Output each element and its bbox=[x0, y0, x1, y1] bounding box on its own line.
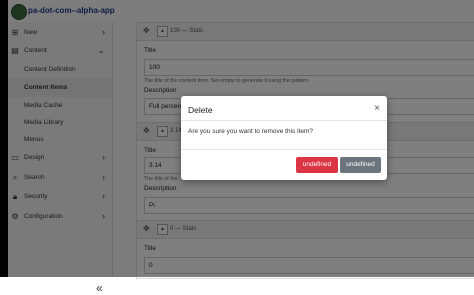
divider bbox=[181, 120, 387, 121]
cancel-button[interactable]: undefined bbox=[340, 157, 381, 173]
close-icon[interactable]: × bbox=[374, 103, 380, 114]
confirm-delete-button[interactable]: undefined bbox=[296, 157, 338, 173]
dialog-title: Delete bbox=[188, 105, 213, 115]
collapse-sidebar-button[interactable]: « bbox=[96, 281, 103, 295]
dialog-message: Are you sure you want to remove this ite… bbox=[188, 128, 314, 135]
divider bbox=[181, 149, 387, 150]
delete-dialog: Delete × Are you sure you want to remove… bbox=[181, 96, 387, 180]
